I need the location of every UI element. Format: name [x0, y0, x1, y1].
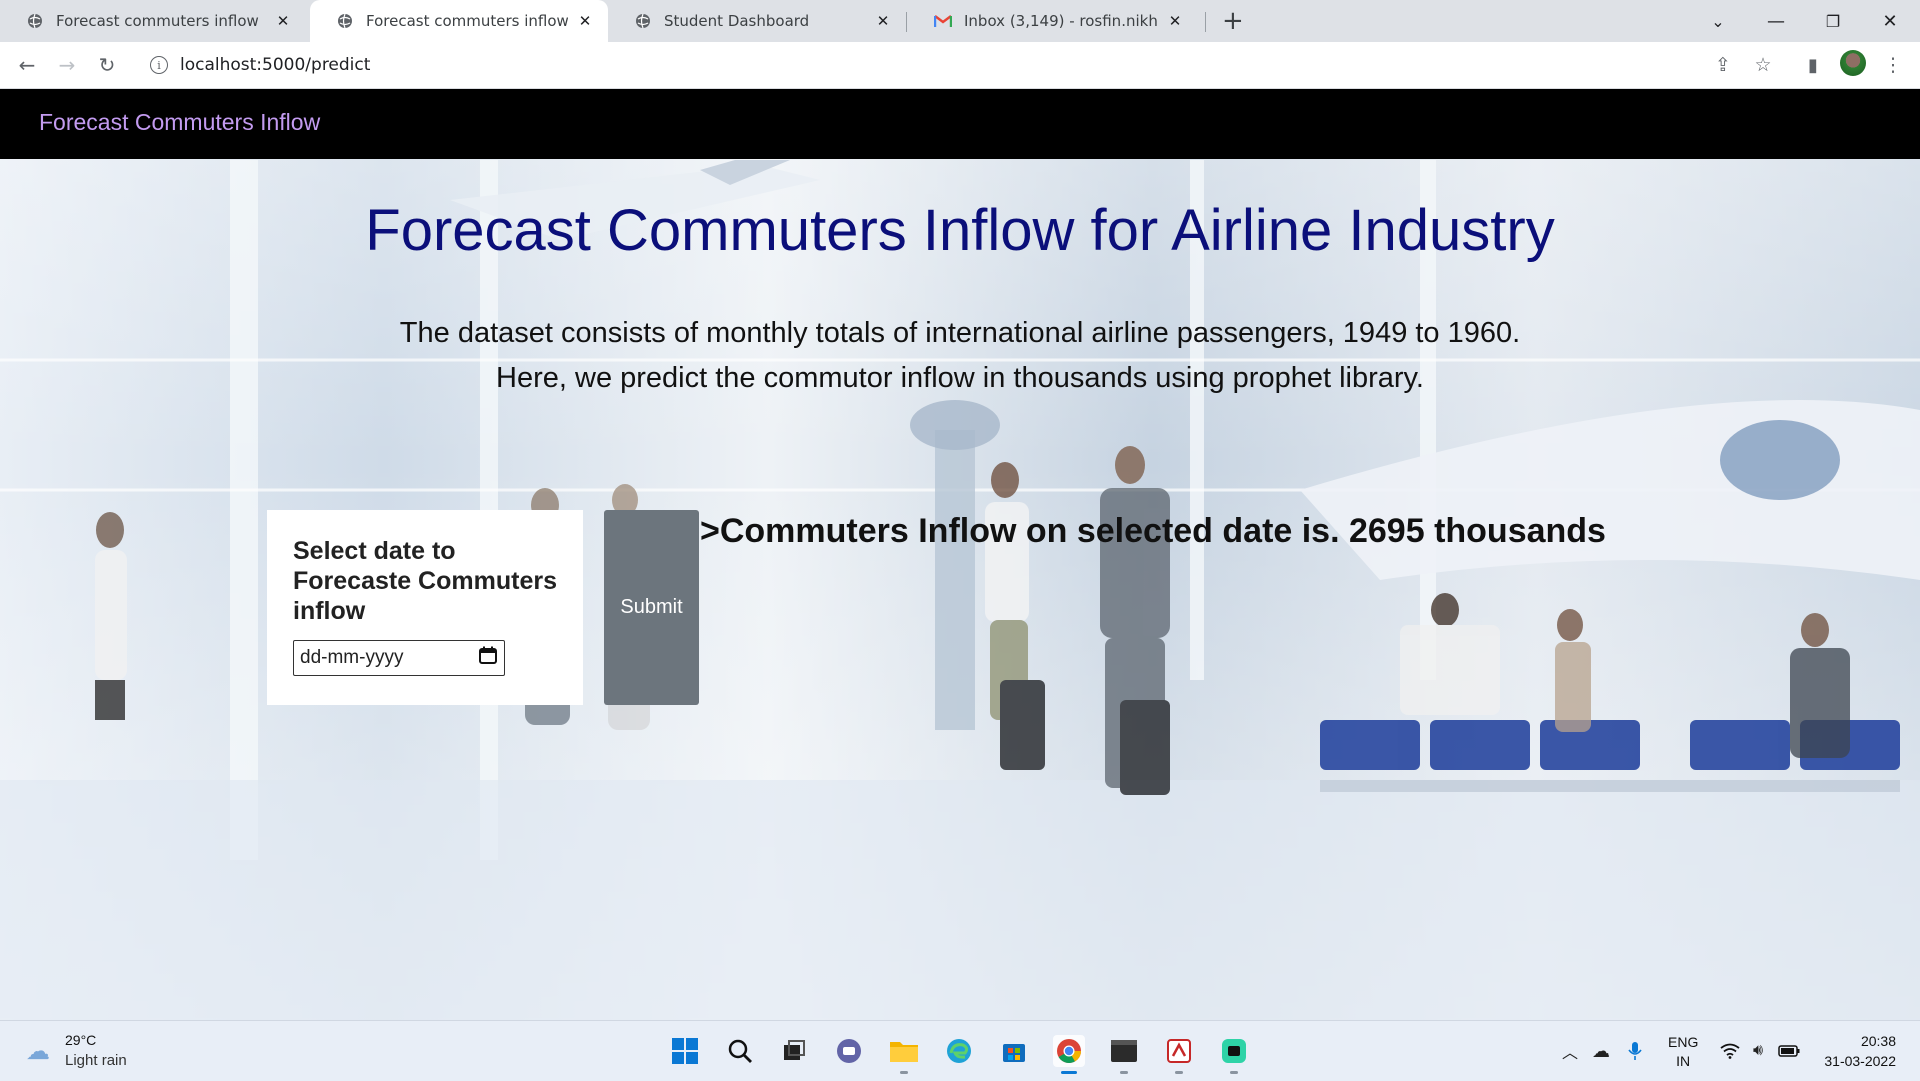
language-indicator[interactable]: ENG IN: [1668, 1033, 1698, 1071]
new-tab-button[interactable]: +: [1222, 6, 1244, 36]
file-explorer-icon[interactable]: [888, 1035, 920, 1067]
app-green-icon[interactable]: [1218, 1035, 1250, 1067]
share-icon[interactable]: ⇪: [1710, 52, 1736, 78]
weather-temperature[interactable]: 29°C: [65, 1032, 96, 1048]
date-form-card: Select date to Forecaste Commuters inflo…: [267, 510, 583, 705]
wifi-icon[interactable]: [1718, 1021, 1742, 1081]
onedrive-cloud-icon[interactable]: ☁: [1588, 1021, 1614, 1081]
region-code: IN: [1676, 1053, 1691, 1069]
address-bar: ← → ↻ i localhost:5000/predict ⇪ ☆ ▮ ⋮: [0, 42, 1920, 89]
tab-title: Student Dashboard: [664, 12, 810, 30]
close-tab-icon[interactable]: ✕: [576, 12, 594, 30]
running-indicator: [1120, 1071, 1128, 1074]
windows-taskbar: ☁ 29°C Light rain ︿ ☁ ENG IN 🔊︎ 20:38 31…: [0, 1020, 1920, 1081]
restore-button[interactable]: ❐: [1805, 0, 1861, 42]
running-indicator: [900, 1071, 908, 1074]
app-red-icon[interactable]: [1163, 1035, 1195, 1067]
globe-icon: [634, 12, 652, 30]
running-indicator: [1175, 1071, 1183, 1074]
side-panel-icon[interactable]: ▮: [1800, 52, 1826, 78]
language-code: ENG: [1668, 1034, 1699, 1050]
profile-avatar[interactable]: [1840, 50, 1866, 76]
windows-start-icon[interactable]: [669, 1035, 701, 1067]
teams-chat-icon[interactable]: [833, 1035, 865, 1067]
page-viewport: Forecast Commuters Inflow Forecast Commu…: [0, 89, 1920, 1020]
bookmark-star-icon[interactable]: ☆: [1750, 52, 1776, 78]
submit-button[interactable]: Submit: [604, 510, 699, 705]
reload-button[interactable]: ↻: [92, 50, 122, 80]
battery-icon[interactable]: [1776, 1021, 1802, 1081]
page-title: Forecast Commuters Inflow for Airline In…: [365, 198, 1555, 263]
close-tab-icon[interactable]: ✕: [1166, 12, 1184, 30]
tab-forecast-1[interactable]: Forecast commuters inflow ✕: [0, 0, 306, 42]
tab-forecast-2[interactable]: Forecast commuters inflow ✕: [310, 0, 608, 42]
weather-description[interactable]: Light rain: [65, 1052, 127, 1069]
minimize-button[interactable]: —: [1748, 0, 1804, 42]
show-hidden-icons-chevron-icon[interactable]: ︿: [1558, 1021, 1582, 1081]
forecast-result-text: >Commuters Inflow on selected date is. 2…: [700, 512, 1606, 550]
page-description: The dataset consists of monthly totals o…: [0, 311, 1920, 401]
weather-rain-icon[interactable]: ☁: [26, 1037, 50, 1065]
system-clock[interactable]: 20:38 31-03-2022: [1810, 1031, 1896, 1071]
date-field-label: Select date to Forecaste Commuters inflo…: [293, 537, 557, 625]
browser-menu-icon[interactable]: ⋮: [1880, 52, 1906, 78]
running-indicator: [1230, 1071, 1238, 1074]
tab-title: Inbox (3,149) - rosfin.nikhiya.200: [964, 12, 1158, 30]
chrome-icon[interactable]: [1053, 1035, 1085, 1067]
globe-icon: [26, 12, 44, 30]
task-view-icon[interactable]: [778, 1035, 810, 1067]
calendar-icon[interactable]: [478, 645, 498, 671]
gmail-icon: [934, 12, 952, 30]
tab-title: Forecast commuters inflow: [366, 12, 568, 30]
date-input[interactable]: dd-mm-yyyy: [293, 640, 505, 676]
microphone-icon[interactable]: [1622, 1021, 1648, 1081]
forward-button[interactable]: →: [52, 50, 82, 80]
tab-gmail-inbox[interactable]: Inbox (3,149) - rosfin.nikhiya.200 ✕: [908, 0, 1198, 42]
terminal-icon[interactable]: [1108, 1035, 1140, 1067]
close-tab-icon[interactable]: ✕: [274, 12, 292, 30]
globe-icon: [336, 12, 354, 30]
site-navbar: Forecast Commuters Inflow: [0, 89, 1920, 159]
description-line-2: Here, we predict the commutor inflow in …: [496, 362, 1424, 394]
clock-time: 20:38: [1860, 1033, 1896, 1049]
search-icon[interactable]: [724, 1035, 756, 1067]
edge-browser-icon[interactable]: [943, 1035, 975, 1067]
close-window-button[interactable]: ✕: [1862, 0, 1918, 42]
active-indicator: [1061, 1071, 1077, 1074]
volume-icon[interactable]: 🔊︎: [1746, 1021, 1770, 1081]
site-info-icon[interactable]: i: [150, 56, 168, 74]
browser-tab-bar: Forecast commuters inflow ✕ Forecast com…: [0, 0, 1920, 42]
close-tab-icon[interactable]: ✕: [874, 12, 892, 30]
tab-separator: [906, 12, 907, 32]
tab-separator: [1205, 12, 1206, 32]
clock-date: 31-03-2022: [1824, 1053, 1896, 1069]
tab-title: Forecast commuters inflow: [56, 12, 259, 30]
navbar-brand-link[interactable]: Forecast Commuters Inflow: [39, 109, 320, 136]
url-field[interactable]: i localhost:5000/predict: [140, 47, 1700, 83]
tab-student-dashboard[interactable]: Student Dashboard ✕: [608, 0, 906, 42]
back-button[interactable]: ←: [12, 50, 42, 80]
url-text: localhost:5000/predict: [180, 55, 371, 75]
microsoft-store-icon[interactable]: [998, 1035, 1030, 1067]
date-placeholder: dd-mm-yyyy: [300, 647, 404, 668]
description-line-1: The dataset consists of monthly totals o…: [399, 317, 1521, 349]
tab-search-chevron-icon[interactable]: ⌄: [1690, 0, 1746, 42]
